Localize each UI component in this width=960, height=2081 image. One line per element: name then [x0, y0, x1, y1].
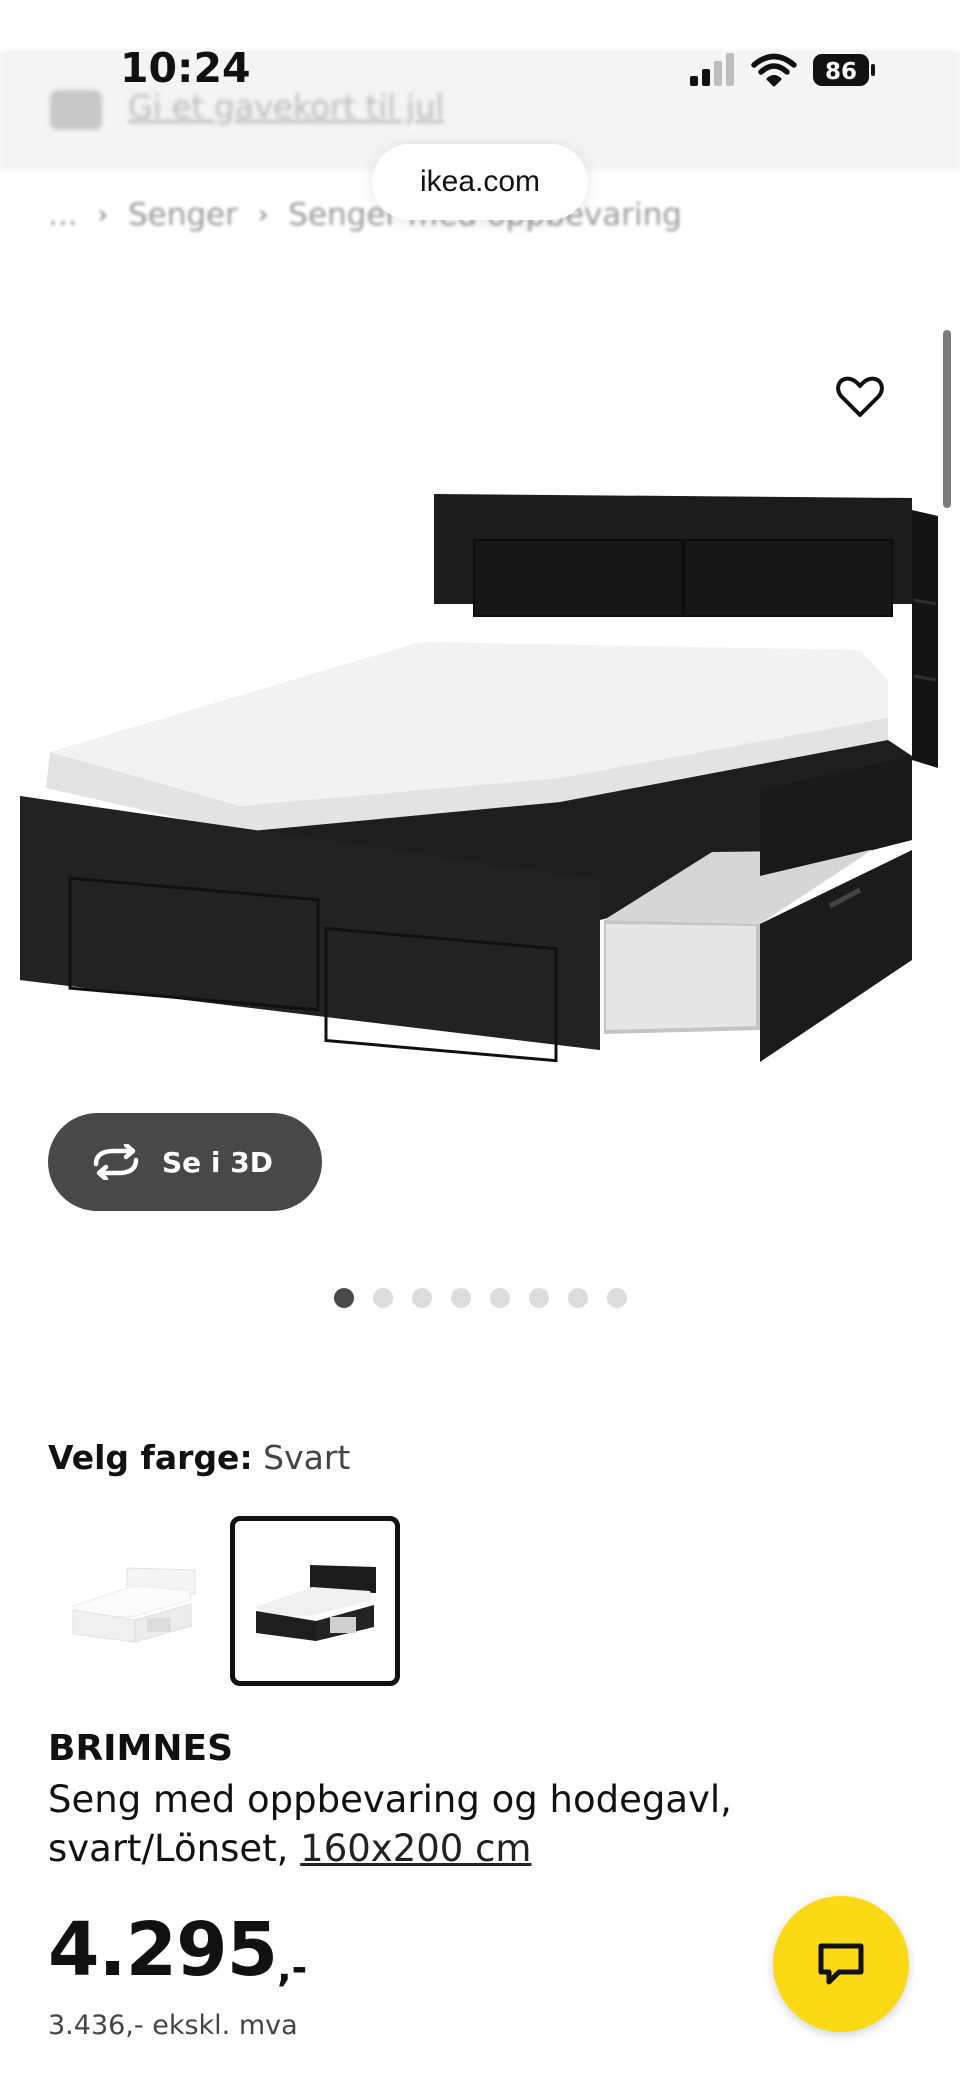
chevron-right-icon: ›: [97, 200, 108, 230]
heart-icon[interactable]: [832, 368, 888, 424]
chat-bubble-icon: [818, 1943, 864, 1985]
product-description-block: Seng med oppbevaring og hodegavl, svart/…: [48, 1775, 748, 1873]
view-in-3d-button[interactable]: Se i 3D: [48, 1113, 322, 1211]
carousel-dot[interactable]: [529, 1288, 549, 1308]
carousel-dot[interactable]: [412, 1288, 432, 1308]
black-bed-thumbnail: [256, 1565, 376, 1641]
signal-icon: [690, 53, 734, 86]
rotate-3d-icon: [93, 1144, 139, 1180]
carousel-dot[interactable]: [334, 1288, 354, 1308]
color-swatch-black[interactable]: [230, 1516, 400, 1686]
product-size-link[interactable]: 160x200 cm: [300, 1827, 531, 1870]
gift-card-icon: [50, 90, 102, 130]
breadcrumb-ellipsis[interactable]: ...: [48, 197, 78, 233]
product-brand: BRIMNES: [48, 1728, 234, 1769]
url-pill[interactable]: ikea.com: [372, 144, 588, 220]
status-time: 10:24: [120, 44, 251, 92]
price-suffix: ,-: [277, 1946, 308, 1990]
color-value: Svart: [263, 1438, 351, 1477]
carousel-dot[interactable]: [568, 1288, 588, 1308]
battery-level: 86: [825, 59, 857, 85]
product-image[interactable]: [0, 320, 960, 1100]
battery-icon: 86: [813, 54, 875, 86]
chat-button[interactable]: [773, 1896, 909, 2032]
price-amount: 4.295: [48, 1907, 278, 1993]
wifi-icon: [751, 53, 797, 87]
scrollbar-thumb[interactable]: [943, 330, 951, 508]
carousel-dot[interactable]: [373, 1288, 393, 1308]
carousel-dot[interactable]: [490, 1288, 510, 1308]
product-price: 4.295 ,-: [48, 1908, 307, 2010]
top-strip: [0, 0, 960, 50]
price-ex-vat: 3.436,- ekskl. mva: [48, 2010, 298, 2041]
carousel-dots: [334, 1288, 627, 1308]
carousel-dot[interactable]: [451, 1288, 471, 1308]
chevron-right-icon: ›: [257, 200, 269, 230]
promo-banner-text[interactable]: Gi et gavekort til jul: [128, 88, 444, 126]
url-text: ikea.com: [419, 165, 541, 198]
color-selector-heading: Velg farge: Svart: [48, 1438, 350, 1477]
color-label: Velg farge:: [48, 1438, 253, 1477]
breadcrumb-item-senger[interactable]: Senger: [128, 197, 238, 233]
color-swatch-white[interactable]: [48, 1516, 218, 1686]
carousel-dot[interactable]: [607, 1288, 627, 1308]
view-in-3d-label: Se i 3D: [162, 1145, 273, 1179]
breadcrumb: ... › Senger › Senger med oppbevaring: [48, 197, 682, 233]
white-bed-thumbnail: [72, 1567, 196, 1643]
